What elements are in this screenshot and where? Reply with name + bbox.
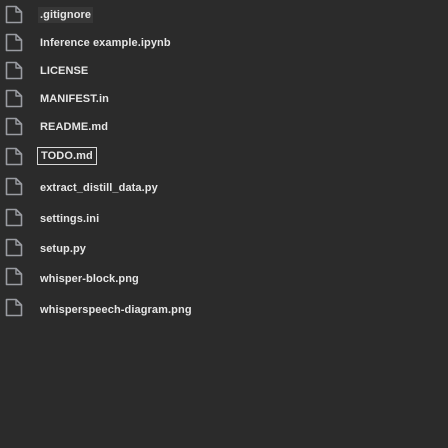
file-icon [5,298,23,317]
file-name: setup.py [40,243,87,255]
file-name: whisper-block.png [40,273,139,285]
file-icon [5,267,23,286]
file-row-setup[interactable]: setup.py [0,233,448,261]
file-name: TODO.md [37,147,97,165]
file-name: extract_distill_data.py [40,182,158,194]
file-icon [5,117,23,136]
file-name: MANIFEST.in [40,93,109,105]
file-row-readme[interactable]: README.md [0,112,448,140]
file-row-whisper-block[interactable]: whisper-block.png [0,262,448,290]
file-row-manifest[interactable]: MANIFEST.in [0,84,448,112]
file-icon [5,33,23,52]
file-name: settings.ini [40,213,100,225]
file-icon [5,147,23,166]
file-row-extract-distill-data[interactable]: extract_distill_data.py [0,172,448,200]
file-name: whisperspeech-diagram.png [40,304,192,316]
file-row-whisperspeech-diagram[interactable]: whisperspeech-diagram.png [0,293,448,321]
file-icon [5,5,23,24]
file-row-license[interactable]: LICENSE [0,56,448,84]
file-icon [5,89,23,108]
file-icon [5,177,23,196]
file-icon [5,208,23,227]
file-name: .gitignore [38,7,94,23]
file-name: README.md [40,121,109,133]
file-row-todo[interactable]: TODO.md [0,142,448,170]
file-row-inference-example[interactable]: Inference example.ipynb [0,28,448,56]
file-row-gitignore[interactable]: .gitignore [0,0,448,28]
file-name: LICENSE [40,65,89,77]
file-icon [5,238,23,257]
file-icon [5,61,23,80]
file-row-settings[interactable]: settings.ini [0,203,448,231]
file-name: Inference example.ipynb [40,37,171,49]
file-list: .gitignore Inference example.ipynb LICEN… [0,0,448,448]
